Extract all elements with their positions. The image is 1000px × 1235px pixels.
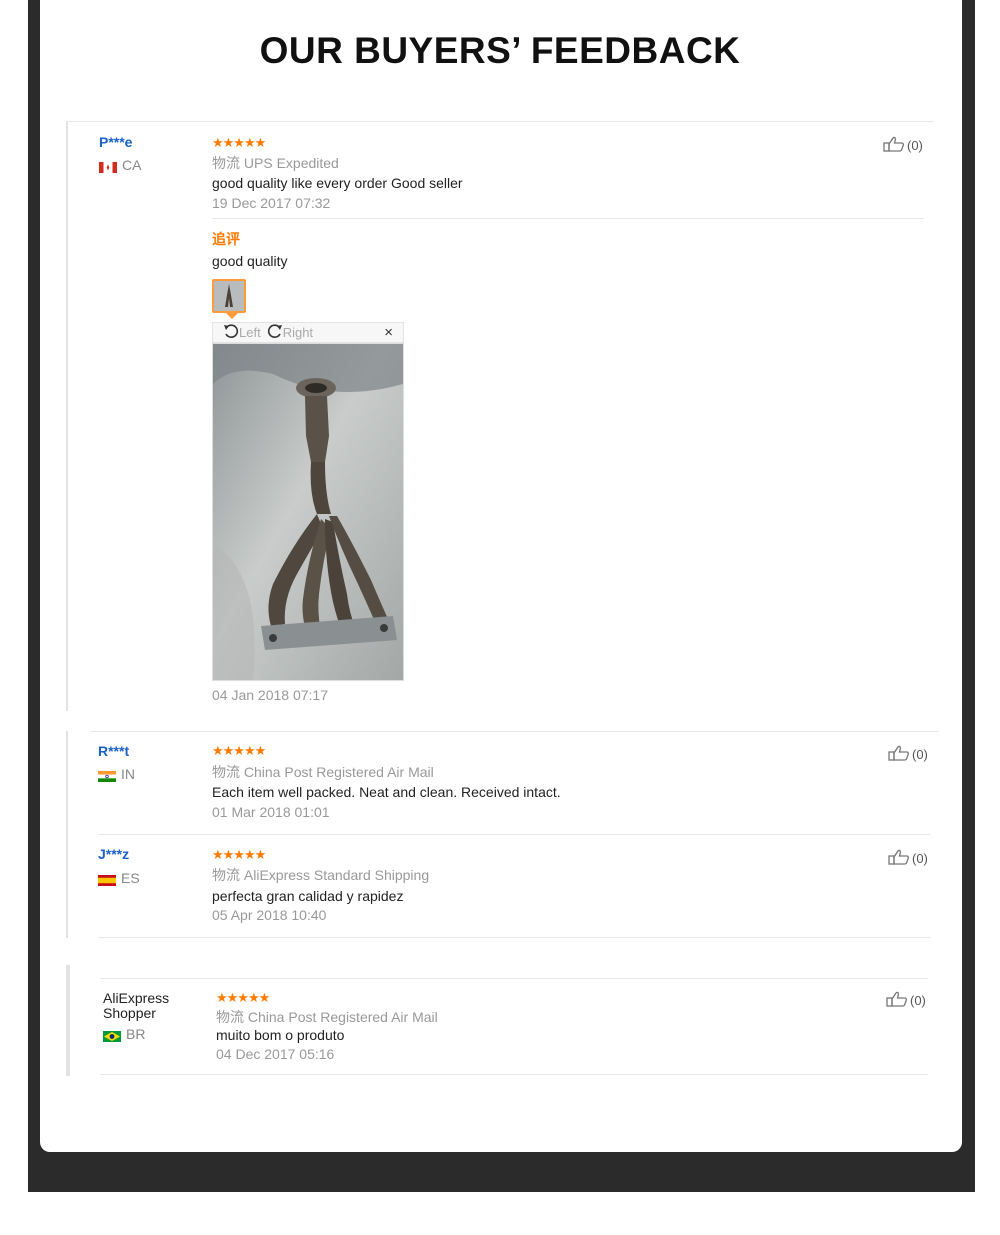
shipping-method: 物流 AliExpress Standard Shipping (212, 865, 429, 885)
page-title: OUR BUYERS’ FEEDBACK (259, 30, 741, 71)
rating-stars: ★★★★★ (212, 743, 266, 758)
shipping-prefix: 物流 (212, 867, 240, 883)
rotate-left-icon (223, 323, 239, 342)
shipping-method: 物流 UPS Expedited (212, 153, 339, 173)
review-date: 19 Dec 2017 07:32 (212, 195, 331, 211)
additional-feedback-date: 04 Jan 2018 07:17 (212, 687, 328, 703)
review-date: 05 Apr 2018 10:40 (212, 907, 327, 923)
helpful-count: (0) (907, 138, 923, 153)
photo-thumbnail[interactable] (212, 279, 246, 313)
group-accent-line (66, 965, 70, 1076)
country-code: ES (121, 870, 140, 886)
feedback-card (40, 0, 962, 1152)
thumbs-up-icon (888, 745, 910, 764)
rating-stars: ★★★★★ (212, 847, 266, 862)
photo-viewer-toolbar: Left Right × (212, 322, 404, 343)
helpful-button[interactable]: (0) (883, 136, 923, 155)
thumbs-up-icon (888, 849, 910, 868)
review-username[interactable]: J***z (98, 846, 129, 862)
review-country: BR (103, 1026, 145, 1042)
rotate-right-icon (267, 323, 283, 342)
review-username[interactable]: R***t (98, 743, 129, 759)
rating-stars: ★★★★★ (212, 135, 266, 150)
review-photo (212, 343, 404, 681)
helpful-count: (0) (912, 851, 928, 866)
shipping-name: China Post Registered Air Mail (247, 1009, 438, 1025)
shipping-prefix: 物流 (212, 155, 240, 171)
country-code: CA (122, 157, 142, 173)
thumbnail-pointer (226, 313, 238, 319)
helpful-button[interactable]: (0) (888, 849, 928, 868)
flag-br-icon (103, 1029, 121, 1042)
review-username[interactable]: P***e (99, 134, 132, 150)
username-line: Shopper (103, 1005, 156, 1021)
thumbs-up-icon (886, 991, 908, 1010)
group-accent-line (66, 121, 68, 711)
review-date: 04 Dec 2017 05:16 (216, 1046, 335, 1062)
additional-feedback-label: 追评 (212, 231, 240, 247)
helpful-button[interactable]: (0) (888, 745, 928, 764)
review-text: Each item well packed. Neat and clean. R… (212, 784, 561, 800)
review-text: good quality like every order Good selle… (212, 175, 463, 191)
username-line: AliExpress (103, 990, 170, 1006)
divider (100, 1074, 928, 1075)
divider (212, 218, 924, 219)
review-country: ES (98, 870, 140, 886)
country-code: IN (121, 766, 135, 782)
review-country: IN (98, 766, 135, 782)
additional-feedback-text: good quality (212, 253, 288, 269)
rotate-left-button[interactable]: Left (223, 323, 261, 342)
rotate-right-button[interactable]: Right (267, 323, 313, 342)
review-username[interactable]: AliExpress Shopper (103, 991, 169, 1021)
review-text: muito bom o produto (216, 1027, 345, 1043)
flag-ca-icon (99, 160, 117, 173)
shipping-prefix: 物流 (212, 764, 240, 780)
review-country: CA (99, 157, 141, 173)
divider (98, 937, 930, 938)
flag-es-icon (98, 873, 116, 886)
group-accent-line (66, 731, 68, 938)
divider (100, 978, 928, 979)
rotate-right-label: Right (282, 325, 314, 340)
helpful-button[interactable]: (0) (886, 991, 926, 1010)
shipping-name: UPS Expedited (243, 155, 339, 171)
divider (90, 731, 938, 732)
rating-stars: ★★★★★ (216, 990, 270, 1005)
shipping-name: AliExpress Standard Shipping (243, 867, 430, 883)
helpful-count: (0) (910, 993, 926, 1008)
review-date: 01 Mar 2018 01:01 (212, 804, 330, 820)
shipping-method: 物流 China Post Registered Air Mail (212, 762, 434, 782)
flag-in-icon (98, 769, 116, 782)
helpful-count: (0) (912, 747, 928, 762)
rotate-left-label: Left (239, 325, 261, 340)
shipping-method: 物流 China Post Registered Air Mail (216, 1007, 438, 1027)
shipping-name: China Post Registered Air Mail (243, 764, 434, 780)
close-icon[interactable]: × (384, 324, 393, 341)
review-text: perfecta gran calidad y rapidez (212, 888, 404, 904)
divider (98, 834, 930, 835)
country-code: BR (126, 1026, 146, 1042)
shipping-prefix: 物流 (216, 1009, 244, 1025)
divider (68, 121, 934, 122)
thumbs-up-icon (883, 136, 905, 155)
